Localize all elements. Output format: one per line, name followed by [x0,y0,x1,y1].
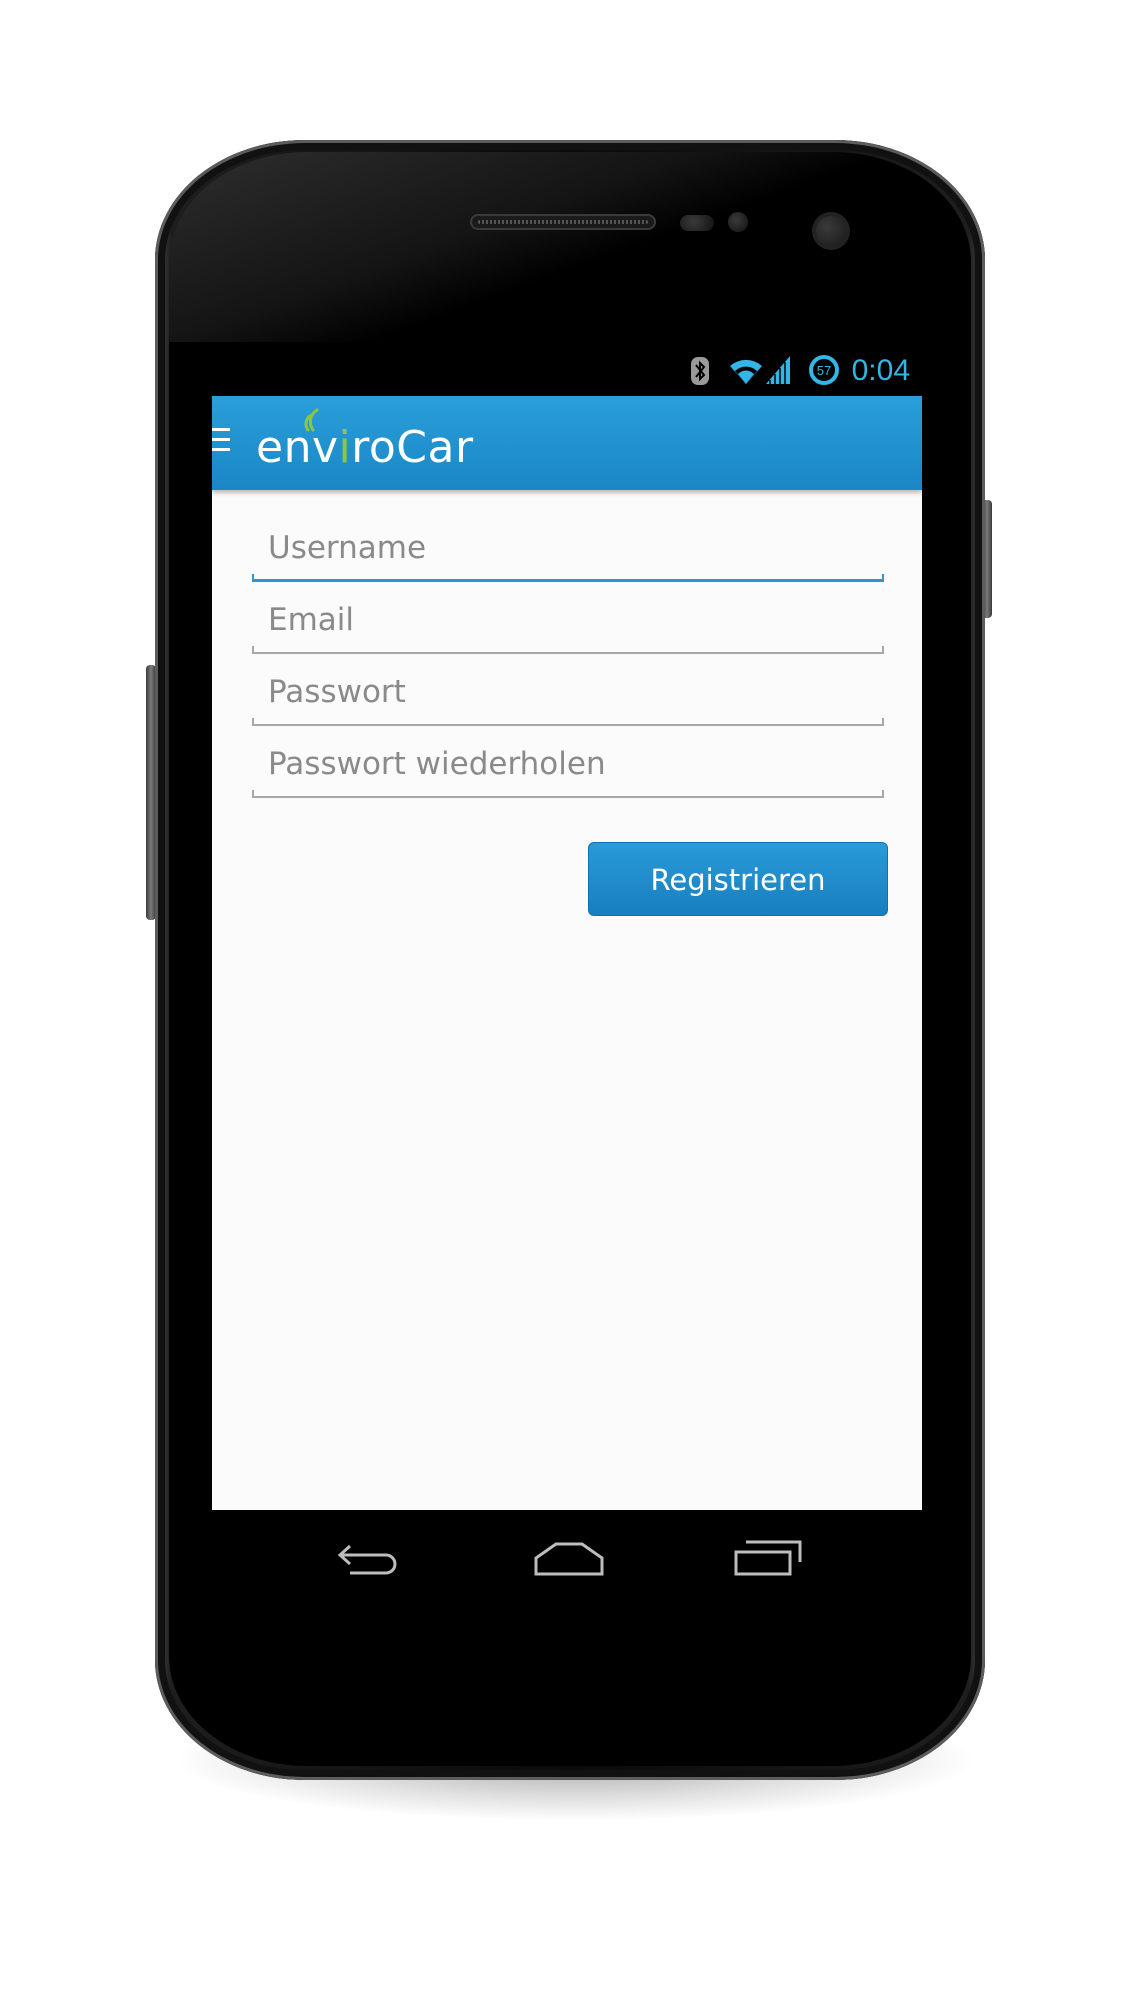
password-placeholder: Passwort [268,674,406,710]
app-logo[interactable]: enviroCar [256,422,474,474]
email-placeholder: Email [268,602,355,638]
cell-signal-icon [764,354,792,390]
username-placeholder: Username [268,530,427,566]
bluetooth-icon [690,356,710,390]
nav-bar [212,1510,922,1606]
phone-screen: 57 0:04 enviroCar Username Email Passwor… [212,346,922,1606]
back-icon[interactable] [336,1538,404,1582]
hamburger-icon[interactable] [212,428,232,454]
earpiece-speaker [470,214,656,230]
wifi-icon [728,354,764,390]
front-camera [812,212,850,250]
status-time: 0:04 [851,354,910,387]
username-underline [252,574,884,582]
password-repeat-underline [252,790,884,798]
registration-form: Username Email Passwort Passwort wiederh… [212,490,922,1510]
password-underline [252,718,884,726]
status-bar: 57 0:04 [212,346,922,396]
battery-icon: 57 [808,354,840,390]
password-field[interactable]: Passwort [252,668,884,726]
home-icon[interactable] [532,1538,606,1582]
glass-reflection [169,152,971,342]
password-repeat-field[interactable]: Passwort wiederholen [252,740,884,798]
brand-part-i: i [338,422,352,473]
email-underline [252,646,884,654]
email-field[interactable]: Email [252,596,884,654]
light-sensor [728,212,748,232]
password-repeat-placeholder: Passwort wiederholen [268,746,606,782]
recent-apps-icon[interactable] [732,1538,804,1582]
username-field[interactable]: Username [252,524,884,582]
brand-part-rocar: roCar [351,422,474,473]
register-button[interactable]: Registrieren [588,842,888,916]
proximity-sensor [680,215,714,231]
brand-part-env: env [256,422,339,473]
app-bar: enviroCar [212,396,922,490]
device-mockup: 57 0:04 enviroCar Username Email Passwor… [0,0,1148,1994]
battery-level: 57 [817,363,831,378]
